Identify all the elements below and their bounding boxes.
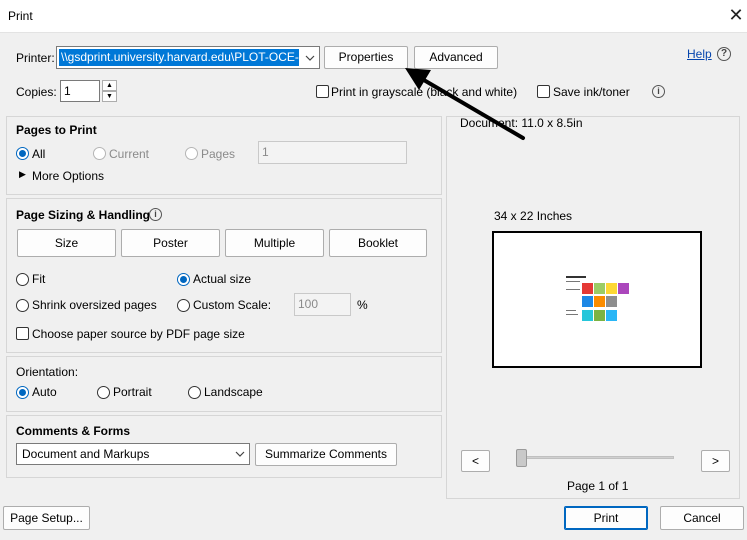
fit-radio[interactable] [16, 273, 29, 286]
preview-swatch [594, 296, 605, 307]
pages-to-print-heading: Pages to Print [16, 123, 97, 137]
more-options-toggle[interactable]: More Options [32, 169, 104, 183]
pages-all-label: All [32, 147, 46, 161]
triangle-right-icon[interactable]: ▶ [19, 169, 26, 180]
custom-scale-label: Custom Scale: [193, 298, 272, 312]
orientation-landscape-label: Landscape [204, 385, 263, 399]
orientation-auto-radio[interactable] [16, 386, 29, 399]
paper-size-label: 34 x 22 Inches [494, 209, 573, 223]
orientation-portrait-label: Portrait [113, 385, 152, 399]
preview-swatch [582, 283, 593, 294]
chevron-down-icon [235, 451, 245, 457]
pages-range-input[interactable]: 1 [258, 141, 407, 164]
copies-up-icon[interactable]: ▲ [102, 80, 117, 91]
comments-forms-value: Document and Markups [22, 447, 150, 461]
preview-text-line [566, 281, 580, 282]
page-preview [492, 231, 702, 368]
page-setup-button[interactable]: Page Setup... [3, 506, 90, 530]
custom-scale-input[interactable]: 100 [294, 293, 351, 316]
custom-scale-radio[interactable] [177, 299, 190, 312]
window-title: Print [8, 9, 33, 23]
preview-text-line [566, 314, 578, 315]
close-icon[interactable]: ✕ [724, 4, 747, 26]
orientation-landscape-radio[interactable] [188, 386, 201, 399]
paper-source-checkbox[interactable] [16, 327, 29, 340]
actual-size-label: Actual size [193, 272, 252, 286]
copies-input[interactable]: 1 [60, 80, 100, 102]
preview-slider-track[interactable] [520, 456, 674, 459]
tab-size[interactable]: Size [17, 229, 116, 257]
printer-select[interactable]: \\gsdprint.university.harvard.edu\PLOT-O… [56, 46, 320, 69]
pages-all-radio[interactable] [16, 147, 29, 160]
preview-prev-button[interactable]: < [461, 450, 490, 472]
arrow-annotation [405, 68, 525, 140]
title-bar [0, 0, 747, 32]
actual-size-radio[interactable] [177, 273, 190, 286]
fit-label: Fit [32, 272, 46, 286]
preview-swatch [606, 283, 617, 294]
orientation-auto-label: Auto [32, 385, 57, 399]
pages-range-radio[interactable] [185, 147, 198, 160]
preview-swatch [594, 310, 605, 321]
pages-range-label: Pages [201, 147, 236, 161]
preview-slider-thumb[interactable] [516, 449, 527, 467]
info-icon[interactable]: i [149, 208, 162, 221]
printer-label: Printer: [16, 51, 55, 65]
printer-select-value: \\gsdprint.university.harvard.edu\PLOT-O… [59, 49, 299, 66]
paper-source-label: Choose paper source by PDF page size [32, 327, 245, 341]
print-button[interactable]: Print [564, 506, 648, 530]
comments-forms-heading: Comments & Forms [16, 424, 131, 438]
preview-swatch [594, 283, 605, 294]
summarize-comments-button[interactable]: Summarize Comments [255, 443, 397, 466]
page-indicator: Page 1 of 1 [567, 479, 629, 493]
preview-swatch [582, 296, 593, 307]
pages-current-label: Current [109, 147, 150, 161]
percent-label: % [357, 298, 368, 312]
copies-down-icon[interactable]: ▼ [102, 91, 117, 102]
copies-label: Copies: [16, 85, 57, 99]
preview-text-line [566, 310, 576, 311]
orientation-portrait-radio[interactable] [97, 386, 110, 399]
title-divider [0, 32, 747, 33]
tab-poster[interactable]: Poster [121, 229, 220, 257]
shrink-radio[interactable] [16, 299, 29, 312]
preview-text-line [566, 276, 586, 278]
tab-booklet[interactable]: Booklet [329, 229, 427, 257]
shrink-label: Shrink oversized pages [32, 298, 157, 312]
pages-current-radio[interactable] [93, 147, 106, 160]
save-ink-checkbox[interactable] [537, 85, 550, 98]
preview-next-button[interactable]: > [701, 450, 730, 472]
preview-swatch [606, 310, 617, 321]
preview-swatch [618, 283, 629, 294]
info-icon[interactable]: i [652, 85, 665, 98]
cancel-button[interactable]: Cancel [660, 506, 744, 530]
save-ink-label: Save ink/toner [553, 85, 630, 99]
chevron-down-icon [305, 55, 315, 61]
preview-text-line [566, 289, 580, 290]
comments-forms-select[interactable]: Document and Markups [16, 443, 250, 465]
preview-swatch [606, 296, 617, 307]
orientation-heading: Orientation: [16, 365, 79, 379]
help-question-icon[interactable]: ? [717, 47, 731, 61]
grayscale-checkbox[interactable] [316, 85, 329, 98]
help-link[interactable]: Help [687, 47, 712, 61]
tab-multiple[interactable]: Multiple [225, 229, 324, 257]
preview-swatch [582, 310, 593, 321]
page-sizing-heading: Page Sizing & Handling [16, 208, 151, 222]
